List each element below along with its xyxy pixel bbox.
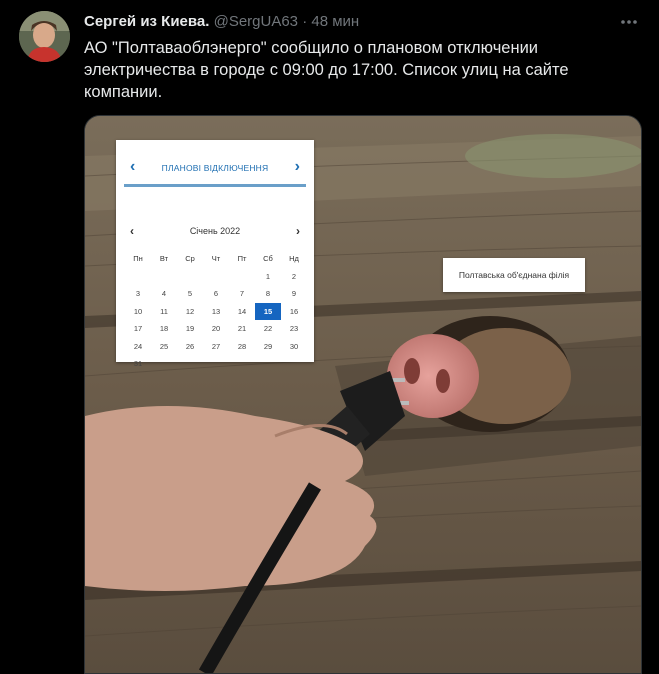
- calendar-day[interactable]: 19: [177, 320, 203, 338]
- calendar-day[interactable]: 15: [255, 302, 281, 320]
- timestamp[interactable]: 48 мин: [311, 13, 359, 30]
- calendar-day[interactable]: 16: [281, 303, 307, 321]
- tweet-image[interactable]: ‹ ПЛАНОВІ ВІДКЛЮЧЕННЯ › ‹ Січень 2022 › …: [84, 115, 642, 674]
- calendar-day[interactable]: 30: [281, 338, 307, 356]
- calendar-empty-cell: [125, 268, 151, 286]
- avatar[interactable]: [19, 11, 70, 62]
- calendar-week-row: 24 25 26 27 28 29 30: [125, 338, 307, 356]
- calendar-day[interactable]: 6: [203, 285, 229, 303]
- calendar-empty-cell: [281, 355, 307, 373]
- calendar-empty-cell: [151, 355, 177, 373]
- weekday-header-row: Пн Вт Ср Чт Пт Сб Нд: [125, 250, 307, 268]
- calendar-week-row: 10 11 12 13 14 15 16: [125, 302, 307, 321]
- calendar-day[interactable]: 1: [255, 268, 281, 286]
- calendar-week-row: 31: [125, 355, 307, 373]
- calendar-header: ‹ ПЛАНОВІ ВІДКЛЮЧЕННЯ ›: [124, 156, 306, 187]
- weekday-label: Сб: [263, 254, 273, 263]
- calendar-day[interactable]: 4: [151, 285, 177, 303]
- calendar-day[interactable]: 10: [125, 303, 151, 321]
- calendar-day[interactable]: 22: [255, 320, 281, 338]
- chevron-right-icon[interactable]: ›: [295, 158, 300, 176]
- calendar-day[interactable]: 9: [281, 285, 307, 303]
- weekday-label: Пн: [133, 254, 143, 263]
- calendar-day[interactable]: 25: [151, 338, 177, 356]
- calendar-day[interactable]: 13: [203, 303, 229, 321]
- next-month-icon[interactable]: ›: [296, 224, 300, 238]
- tweet-header: Сергей из Киева. @SergUA63 · 48 мин: [84, 13, 359, 30]
- weekday-label: Чт: [211, 254, 221, 263]
- calendar-day[interactable]: 7: [229, 285, 255, 303]
- weekday-label: Пт: [237, 254, 247, 263]
- branch-label: Полтавська об'єднана філія: [443, 258, 585, 292]
- calendar-empty-cell: [203, 355, 229, 373]
- month-label: Січень 2022: [189, 226, 241, 236]
- calendar-empty-cell: [229, 268, 255, 286]
- calendar-day[interactable]: 23: [281, 320, 307, 338]
- calendar-week-row: 17 18 19 20 21 22 23: [125, 320, 307, 338]
- calendar-day[interactable]: 17: [125, 320, 151, 338]
- author-name[interactable]: Сергей из Киева.: [84, 13, 209, 30]
- weekday-label: Ср: [185, 254, 195, 263]
- calendar-day[interactable]: 24: [125, 338, 151, 356]
- calendar-week-row: 12: [125, 268, 307, 286]
- calendar-day[interactable]: 20: [203, 320, 229, 338]
- calendar-empty-cell: [177, 268, 203, 286]
- calendar-day[interactable]: 29: [255, 338, 281, 356]
- separator: ·: [302, 13, 308, 30]
- month-row: ‹ Січень 2022 ›: [124, 224, 306, 240]
- calendar-week-row: 3456789: [125, 285, 307, 303]
- calendar-empty-cell: [203, 268, 229, 286]
- calendar-day[interactable]: 8: [255, 285, 281, 303]
- calendar-grid: Пн Вт Ср Чт Пт Сб Нд 1 2 3 4 5 6 7 8 9 10 11 12 13 14 15 16 17 1…: [125, 250, 307, 373]
- calendar-day[interactable]: 27: [203, 338, 229, 356]
- calendar-day[interactable]: 26: [177, 338, 203, 356]
- calendar-day[interactable]: 18: [151, 320, 177, 338]
- calendar-day[interactable]: 14: [229, 303, 255, 321]
- weekday-label: Нд: [289, 254, 299, 263]
- calendar-day[interactable]: 5: [177, 285, 203, 303]
- calendar-day[interactable]: 3: [125, 285, 151, 303]
- calendar-day[interactable]: 31: [125, 355, 151, 373]
- calendar-empty-cell: [229, 355, 255, 373]
- weekday-label: Вт: [159, 254, 169, 263]
- author-handle[interactable]: @SergUA63: [214, 13, 298, 30]
- calendar-widget: ‹ ПЛАНОВІ ВІДКЛЮЧЕННЯ › ‹ Січень 2022 › …: [116, 140, 314, 368]
- calendar-day[interactable]: 28: [229, 338, 255, 356]
- calendar-empty-cell: [151, 268, 177, 286]
- calendar-day[interactable]: 2: [281, 268, 307, 286]
- calendar-day[interactable]: 21: [229, 320, 255, 338]
- tweet: Сергей из Киева. @SergUA63 · 48 мин АО "…: [0, 0, 659, 674]
- calendar-day[interactable]: 11: [151, 303, 177, 321]
- calendar-title: ПЛАНОВІ ВІДКЛЮЧЕННЯ: [161, 163, 269, 173]
- calendar-day[interactable]: 12: [177, 303, 203, 321]
- more-icon[interactable]: [619, 12, 639, 35]
- tweet-text: АО "Полтаваоблэнерго" сообщило о планово…: [84, 39, 569, 101]
- calendar-empty-cell: [255, 355, 281, 373]
- calendar-empty-cell: [177, 355, 203, 373]
